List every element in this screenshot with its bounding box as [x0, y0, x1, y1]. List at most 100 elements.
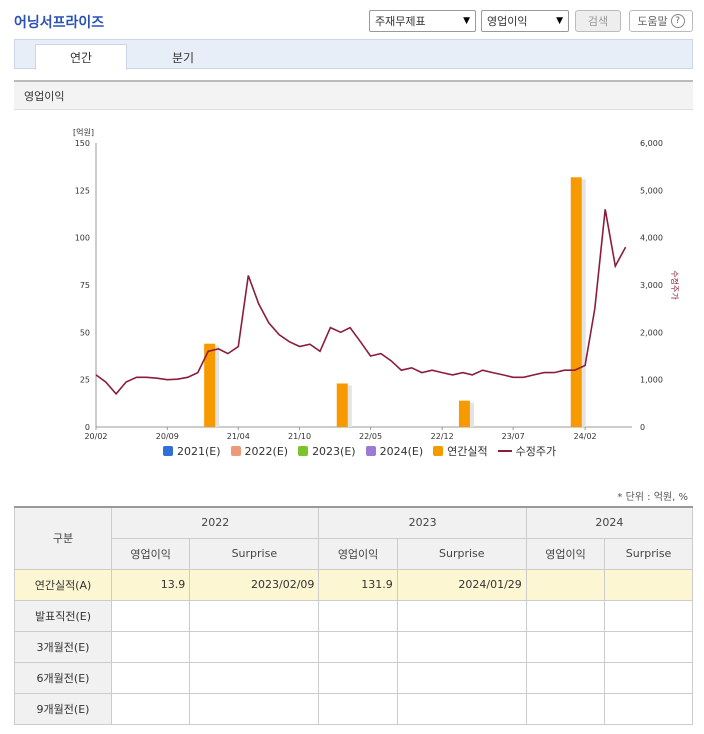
table-cell — [189, 630, 320, 663]
tab-annual[interactable]: 연간 — [35, 44, 127, 70]
chevron-down-icon: ▼ — [556, 16, 563, 26]
x-tick-label: 23/07 — [502, 432, 525, 441]
x-tick-label: 21/04 — [227, 432, 250, 441]
table-cell — [525, 599, 606, 632]
table-cell: 131.9 — [318, 568, 398, 601]
legend-item[interactable]: 2023(E) — [298, 445, 356, 458]
annual-bar — [458, 400, 470, 427]
table-cell — [396, 630, 527, 663]
legend-item[interactable]: 2021(E) — [163, 445, 221, 458]
subheader-surprise: Surprise — [396, 537, 527, 570]
row-label: 발표직전(E) — [14, 599, 112, 632]
chart-legend: 2021(E) 2022(E) 2023(E) 2024(E) 연간실적 수정주가 — [163, 443, 556, 459]
right-tick-label: 4,000 — [640, 234, 663, 243]
table-cell — [110, 599, 191, 632]
legend-item[interactable]: 수정주가 — [497, 443, 557, 459]
price-line — [95, 209, 627, 396]
x-tick-label: 22/05 — [359, 432, 382, 441]
table-cell: 2023/02/09 — [189, 568, 320, 601]
table-cell — [604, 630, 693, 663]
table-cell — [318, 692, 398, 725]
x-tick-label: 21/10 — [288, 432, 311, 441]
left-tick-label: 100 — [75, 234, 90, 243]
x-tick-label: 20/09 — [156, 432, 179, 441]
table-cell — [604, 661, 693, 694]
table-cell — [525, 568, 606, 601]
annual-bar — [336, 383, 348, 427]
table-cell — [318, 630, 398, 663]
table-cell: 13.9 — [110, 568, 191, 601]
left-tick-label: 75 — [80, 281, 90, 290]
help-label: 도움말 — [637, 15, 668, 28]
table-cell — [396, 661, 527, 694]
section-header: 영업이익 — [14, 80, 693, 110]
right-tick-label: 1,000 — [640, 376, 663, 385]
metric-select-value: 영업이익 — [487, 15, 528, 28]
legend-label: 수정주가 — [515, 445, 557, 458]
table-cell — [525, 661, 606, 694]
earnings-chart: 0 25 50 75 100 125 150 [억원] 0 1,000 2,000 3,000 4,00… — [73, 127, 680, 441]
legend-swatch — [365, 446, 376, 456]
legend-label: 2022(E) — [244, 444, 289, 458]
subheader-op-income: 영업이익 — [110, 537, 191, 570]
statement-select[interactable]: 주재무제표 ▼ — [369, 10, 476, 32]
left-tick-label: 0 — [85, 423, 90, 432]
legend-item[interactable]: 2022(E) — [230, 444, 289, 458]
table-cell: 2024/01/29 — [396, 568, 527, 601]
legend-swatch — [433, 446, 444, 456]
right-axis-label: 수정주가 — [670, 270, 680, 300]
row-label: 6개월전(E) — [14, 661, 112, 694]
table-row: 연간실적(A) 13.9 2023/02/09 131.9 2024/01/29 — [14, 568, 693, 601]
tab-quarterly[interactable]: 분기 — [137, 44, 229, 70]
table-cell — [396, 692, 527, 725]
subheader-surprise: Surprise — [604, 537, 693, 570]
table-cell — [189, 661, 320, 694]
right-tick-label: 0 — [640, 423, 645, 432]
subheader-surprise: Surprise — [189, 537, 320, 570]
row-label: 9개월전(E) — [14, 692, 112, 725]
table-cell — [396, 599, 527, 632]
left-tick-label: 25 — [80, 376, 90, 385]
year-header-2024: 2024 — [525, 506, 694, 539]
year-header-2022: 2022 — [110, 506, 320, 539]
right-tick-label: 5,000 — [640, 186, 663, 195]
table-corner-header: 구분 — [14, 506, 112, 570]
table-cell — [318, 661, 398, 694]
table-cell — [110, 661, 191, 694]
legend-swatch — [230, 446, 241, 456]
legend-line-swatch — [497, 450, 512, 452]
table-row: 9개월전(E) — [14, 692, 693, 725]
right-tick-label: 6,000 — [640, 139, 663, 148]
table-row: 6개월전(E) — [14, 661, 693, 694]
right-tick-label: 2,000 — [640, 328, 663, 337]
legend-label: 2023(E) — [312, 444, 356, 458]
statement-select-value: 주재무제표 — [375, 15, 426, 28]
subheader-op-income: 영업이익 — [318, 537, 398, 570]
table-cell — [604, 692, 693, 725]
metric-select[interactable]: 영업이익 ▼ — [481, 10, 569, 32]
table-cell — [110, 630, 191, 663]
search-button[interactable]: 검색 — [575, 10, 621, 32]
table-cell — [189, 692, 320, 725]
table-cell — [110, 692, 191, 725]
legend-label: 2021(E) — [177, 444, 221, 458]
unit-note: * 단위 : 억원, % — [617, 492, 688, 503]
right-tick-label: 3,000 — [640, 281, 663, 290]
annual-bar — [570, 177, 582, 427]
question-icon: ? — [670, 14, 685, 28]
x-tick-label: 22/12 — [431, 432, 454, 441]
table-cell — [604, 568, 693, 601]
left-axis-unit: [억원] — [73, 127, 94, 137]
chevron-down-icon: ▼ — [463, 16, 470, 26]
x-tick-label: 24/02 — [574, 432, 597, 441]
legend-item[interactable]: 연간실적 — [433, 443, 488, 459]
row-label: 연간실적(A) — [14, 568, 112, 601]
left-tick-label: 50 — [80, 328, 90, 337]
help-button[interactable]: 도움말 ? — [629, 10, 693, 32]
period-tabs: 연간 분기 — [14, 39, 693, 70]
legend-item[interactable]: 2024(E) — [365, 445, 423, 458]
x-tick-label: 20/02 — [84, 432, 107, 441]
table-cell — [604, 599, 693, 632]
row-label: 3개월전(E) — [14, 630, 112, 663]
page-title: 어닝서프라이즈 — [14, 15, 105, 31]
